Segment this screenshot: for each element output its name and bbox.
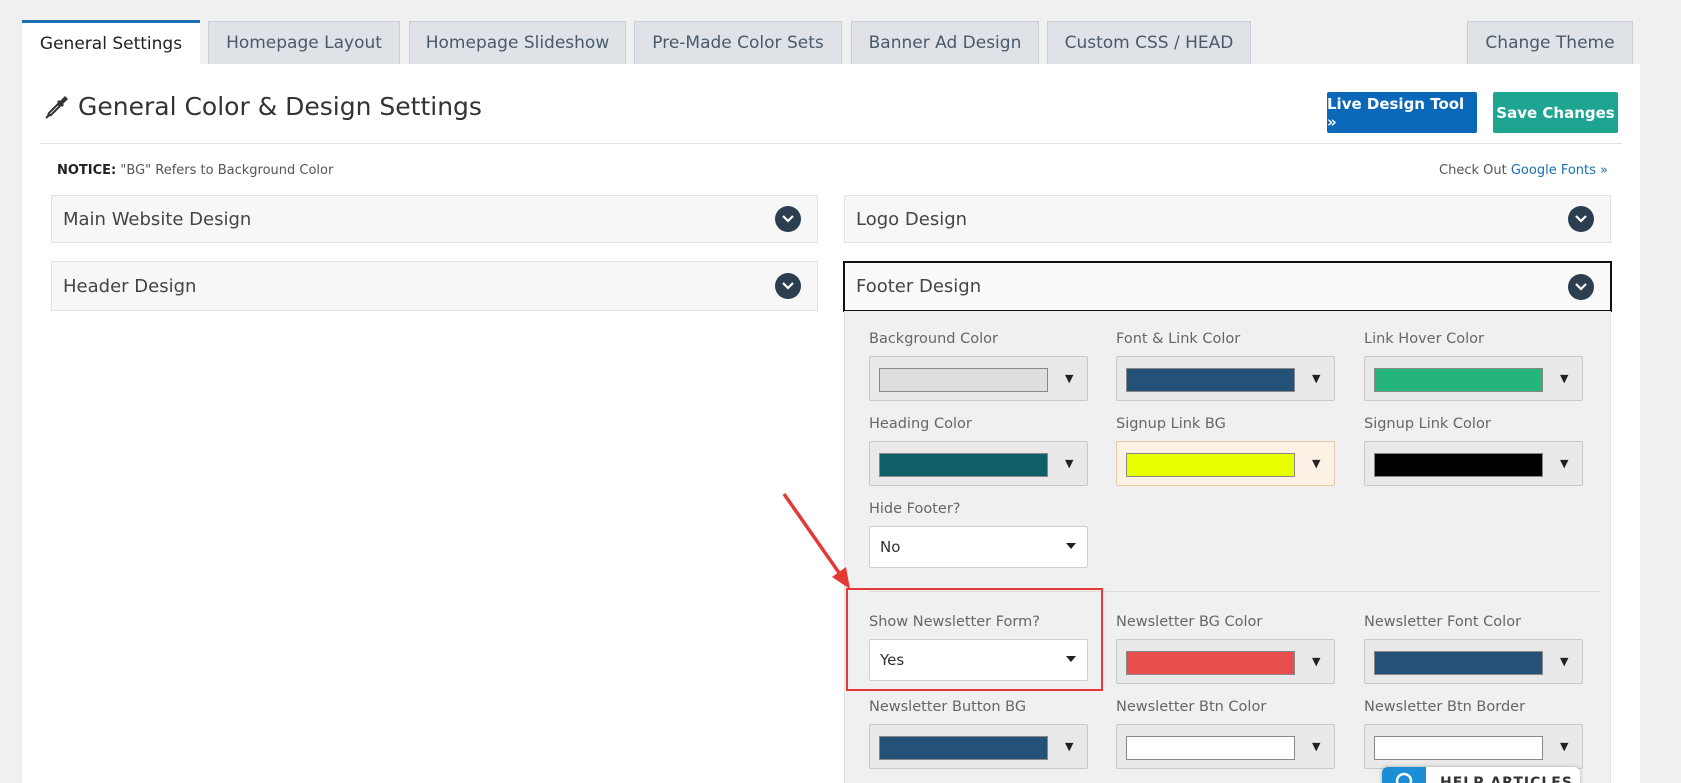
notice-text: NOTICE: "BG" Refers to Background Color (57, 163, 333, 178)
dropdown-arrow-icon: ▼ (1312, 457, 1321, 470)
live-design-tool-button[interactable]: Live Design Tool » (1327, 92, 1477, 133)
google-fonts-note: Check Out Google Fonts » (1439, 163, 1608, 178)
newsletter-btn-border-swatch (1374, 736, 1543, 760)
eyedropper-icon (45, 95, 68, 119)
dropdown-arrow-icon: ▼ (1065, 740, 1074, 753)
font-link-color-swatch (1126, 368, 1295, 392)
section-footer-design[interactable]: Footer Design (843, 261, 1612, 312)
dropdown-arrow-icon (1066, 543, 1076, 549)
signup-link-bg-picker[interactable]: ▼ (1116, 441, 1335, 486)
newsletter-button-bg-swatch (879, 736, 1048, 760)
section-label: Logo Design (856, 208, 968, 230)
tab-banner-ad-design[interactable]: Banner Ad Design (851, 21, 1039, 64)
section-label: Footer Design (856, 276, 982, 297)
heading-color-swatch (879, 453, 1048, 477)
dropdown-arrow-icon: ▼ (1312, 372, 1321, 385)
annotation-highlight-box (846, 588, 1103, 691)
save-changes-button[interactable]: Save Changes (1493, 92, 1618, 133)
newsletter-bg-color-picker[interactable]: ▼ (1116, 639, 1335, 684)
link-hover-color-swatch (1374, 368, 1543, 392)
signup-link-color-label: Signup Link Color (1364, 416, 1491, 432)
hide-footer-label: Hide Footer? (869, 501, 961, 517)
dropdown-arrow-icon: ▼ (1560, 740, 1569, 753)
newsletter-btn-color-picker[interactable]: ▼ (1116, 724, 1335, 769)
chevron-down-icon[interactable] (775, 206, 801, 232)
tab-label: Pre-Made Color Sets (652, 33, 824, 53)
tab-change-theme[interactable]: Change Theme (1467, 21, 1633, 64)
tab-label: Custom CSS / HEAD (1064, 33, 1234, 53)
dropdown-arrow-icon: ▼ (1560, 457, 1569, 470)
section-label: Header Design (63, 275, 197, 297)
tab-general-settings[interactable]: General Settings (22, 20, 200, 65)
link-hover-color-picker[interactable]: ▼ (1364, 356, 1583, 401)
newsletter-btn-border-picker[interactable]: ▼ (1364, 724, 1583, 769)
dropdown-arrow-icon: ▼ (1560, 372, 1569, 385)
signup-link-color-picker[interactable]: ▼ (1364, 441, 1583, 486)
background-color-picker[interactable]: ▼ (869, 356, 1088, 401)
newsletter-button-bg-picker[interactable]: ▼ (869, 724, 1088, 769)
newsletter-btn-color-label: Newsletter Btn Color (1116, 699, 1267, 715)
tab-label: General Settings (39, 34, 183, 54)
heading-color-label: Heading Color (869, 416, 972, 432)
newsletter-button-bg-label: Newsletter Button BG (869, 699, 1027, 715)
signup-link-bg-label: Signup Link BG (1116, 416, 1226, 432)
tab-label: Change Theme (1485, 33, 1615, 53)
help-articles-widget[interactable]: HELP ARTICLES (1382, 767, 1580, 783)
newsletter-bg-color-swatch (1126, 651, 1295, 675)
background-color-label: Background Color (869, 331, 998, 347)
tab-label: Homepage Slideshow (425, 33, 610, 53)
section-logo-design[interactable]: Logo Design (844, 195, 1611, 243)
page-header: General Color & Design Settings (44, 92, 482, 121)
help-articles-label: HELP ARTICLES (1440, 775, 1573, 783)
link-hover-color-label: Link Hover Color (1364, 331, 1485, 347)
dropdown-arrow-icon: ▼ (1312, 655, 1321, 668)
notice-prefix: NOTICE: (57, 163, 117, 178)
google-fonts-link[interactable]: Google Fonts » (1511, 163, 1608, 178)
tab-label: Homepage Layout (226, 33, 382, 53)
page-title: General Color & Design Settings (78, 92, 482, 121)
tab-homepage-slideshow[interactable]: Homepage Slideshow (409, 21, 626, 64)
signup-link-bg-swatch (1126, 453, 1295, 477)
signup-link-color-swatch (1374, 453, 1543, 477)
font-link-color-label: Font & Link Color (1116, 331, 1241, 347)
section-header-design[interactable]: Header Design (51, 261, 818, 311)
hide-footer-select[interactable]: No (869, 526, 1088, 568)
dropdown-arrow-icon: ▼ (1312, 740, 1321, 753)
dropdown-arrow-icon: ▼ (1560, 655, 1569, 668)
newsletter-btn-color-swatch (1126, 736, 1295, 760)
tab-label: Banner Ad Design (868, 33, 1022, 53)
check-out-label: Check Out (1439, 163, 1507, 178)
newsletter-btn-border-label: Newsletter Btn Border (1364, 699, 1526, 715)
newsletter-font-color-picker[interactable]: ▼ (1364, 639, 1583, 684)
header-divider (40, 143, 1622, 144)
tab-premade-color-sets[interactable]: Pre-Made Color Sets (634, 21, 842, 64)
section-label: Main Website Design (63, 208, 252, 230)
tab-custom-css-head[interactable]: Custom CSS / HEAD (1047, 21, 1251, 64)
chevron-down-icon[interactable] (1568, 273, 1594, 300)
dropdown-arrow-icon: ▼ (1065, 457, 1074, 470)
heading-color-picker[interactable]: ▼ (869, 441, 1088, 486)
chevron-down-icon[interactable] (1568, 206, 1594, 232)
annotation-arrow-icon (782, 492, 850, 589)
font-link-color-picker[interactable]: ▼ (1116, 356, 1335, 401)
chevron-down-icon[interactable] (775, 273, 801, 299)
background-color-swatch (879, 368, 1048, 392)
hide-footer-value: No (880, 538, 901, 556)
newsletter-font-color-label: Newsletter Font Color (1364, 614, 1522, 630)
tab-homepage-layout[interactable]: Homepage Layout (208, 21, 400, 64)
section-main-website-design[interactable]: Main Website Design (51, 195, 818, 243)
settings-tabs: General Settings Homepage Layout Homepag… (0, 0, 1681, 65)
dropdown-arrow-icon: ▼ (1065, 372, 1074, 385)
newsletter-font-color-swatch (1374, 651, 1543, 675)
newsletter-bg-color-label: Newsletter BG Color (1116, 614, 1263, 630)
notice-message: "BG" Refers to Background Color (120, 163, 334, 178)
help-icon (1382, 767, 1426, 783)
